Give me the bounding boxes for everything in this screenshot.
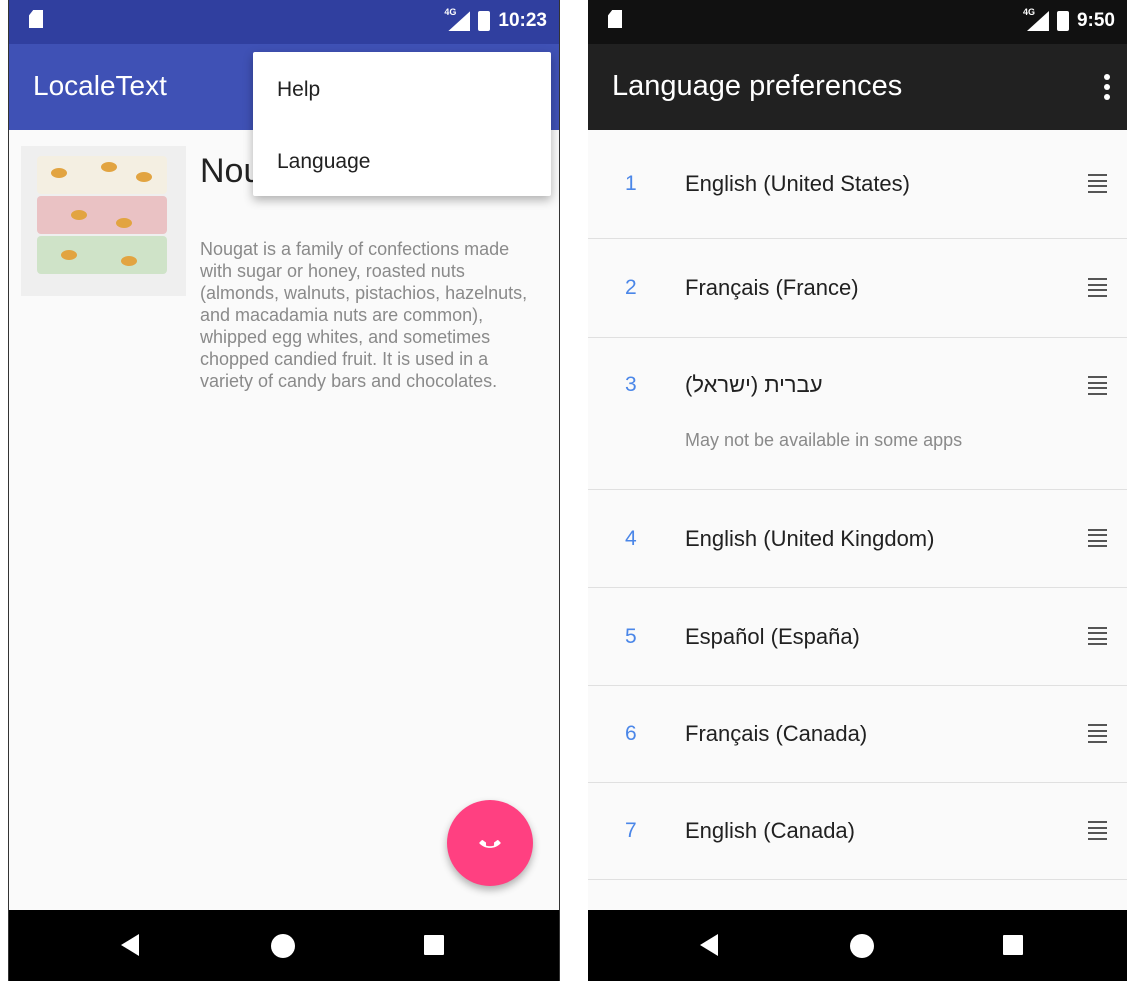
drag-handle-icon[interactable] xyxy=(1088,626,1107,646)
language-rank: 4 xyxy=(625,526,637,550)
language-name: Français (Canada) xyxy=(685,721,868,746)
menu-item-language[interactable]: Language xyxy=(277,150,370,174)
app-title: LocaleText xyxy=(33,70,167,101)
language-rank: 5 xyxy=(625,624,637,648)
page-title: Language preferences xyxy=(612,70,903,102)
drag-handle-icon[interactable] xyxy=(1088,724,1107,743)
main-content: Nougat Package Nougat is a family of con… xyxy=(9,130,559,910)
back-icon[interactable] xyxy=(700,934,718,956)
phone-icon xyxy=(479,839,501,848)
language-rank: 2 xyxy=(625,276,637,299)
status-time: 9:50 xyxy=(1076,10,1115,31)
language-row[interactable]: 3 עברית (ישראל) May not be available in … xyxy=(588,338,1127,490)
battery-icon xyxy=(1056,11,1069,31)
home-icon[interactable] xyxy=(271,934,295,958)
language-note: May not be available in some apps xyxy=(685,430,963,450)
language-name: English (United States) xyxy=(685,171,910,196)
back-icon[interactable] xyxy=(121,934,139,956)
language-rank: 7 xyxy=(625,819,637,842)
drag-handle-icon[interactable] xyxy=(1088,174,1107,193)
overflow-menu-icon[interactable] xyxy=(1103,74,1111,100)
language-rank: 6 xyxy=(625,722,637,745)
battery-icon xyxy=(478,11,491,31)
language-rank: 1 xyxy=(625,172,637,195)
sd-card-icon xyxy=(29,10,43,28)
recents-icon[interactable] xyxy=(1003,935,1023,955)
language-name: Español (España) xyxy=(685,623,860,649)
language-row[interactable]: 5 Español (España) xyxy=(588,588,1127,686)
call-fab[interactable] xyxy=(447,800,533,886)
overflow-menu: Help Language xyxy=(253,52,551,196)
language-row[interactable]: 2 Français (France) xyxy=(588,239,1127,338)
network-type: 4G xyxy=(1022,7,1035,17)
language-row[interactable]: 6 Français (Canada) xyxy=(588,686,1127,783)
system-nav-bar xyxy=(588,910,1127,981)
drag-handle-icon[interactable] xyxy=(1088,821,1107,840)
settings-app-bar: Language preferences xyxy=(588,44,1127,130)
nougat-image xyxy=(21,146,186,296)
language-list: 1 English (United States) 2 Français (Fr… xyxy=(588,130,1127,910)
status-time: 10:23 xyxy=(498,10,547,31)
system-nav-bar xyxy=(9,910,559,981)
sd-card-icon xyxy=(608,10,622,28)
language-preferences-screen: 4G 9:50 Language preferences 1 English (… xyxy=(588,0,1127,981)
network-signal-icon: 4G xyxy=(1023,7,1049,31)
drag-handle-icon[interactable] xyxy=(1088,528,1107,548)
locale-text-screen: 4G 10:23 LocaleText Nougat Package Nouga… xyxy=(8,0,560,981)
status-bar: 4G 10:23 xyxy=(9,0,559,44)
language-name: Français (France) xyxy=(685,275,859,300)
language-row[interactable]: 7 English (Canada) xyxy=(588,783,1127,880)
language-row[interactable]: 1 English (United States) xyxy=(588,130,1127,239)
product-description: Nougat is a family of confections made w… xyxy=(200,239,528,391)
recents-icon[interactable] xyxy=(424,935,444,955)
network-signal-icon: 4G xyxy=(444,7,471,31)
drag-handle-icon[interactable] xyxy=(1088,376,1107,395)
language-name: English (United Kingdom) xyxy=(685,525,935,551)
language-name: English (Canada) xyxy=(685,818,855,843)
network-type: 4G xyxy=(444,7,457,17)
language-rank: 3 xyxy=(625,373,637,396)
menu-item-help[interactable]: Help xyxy=(277,78,320,102)
drag-handle-icon[interactable] xyxy=(1088,278,1107,297)
home-icon[interactable] xyxy=(850,934,874,958)
language-row[interactable]: 4 English (United Kingdom) xyxy=(588,490,1127,588)
status-bar: 4G 9:50 xyxy=(588,0,1127,44)
language-name: עברית (ישראל) xyxy=(685,372,823,397)
